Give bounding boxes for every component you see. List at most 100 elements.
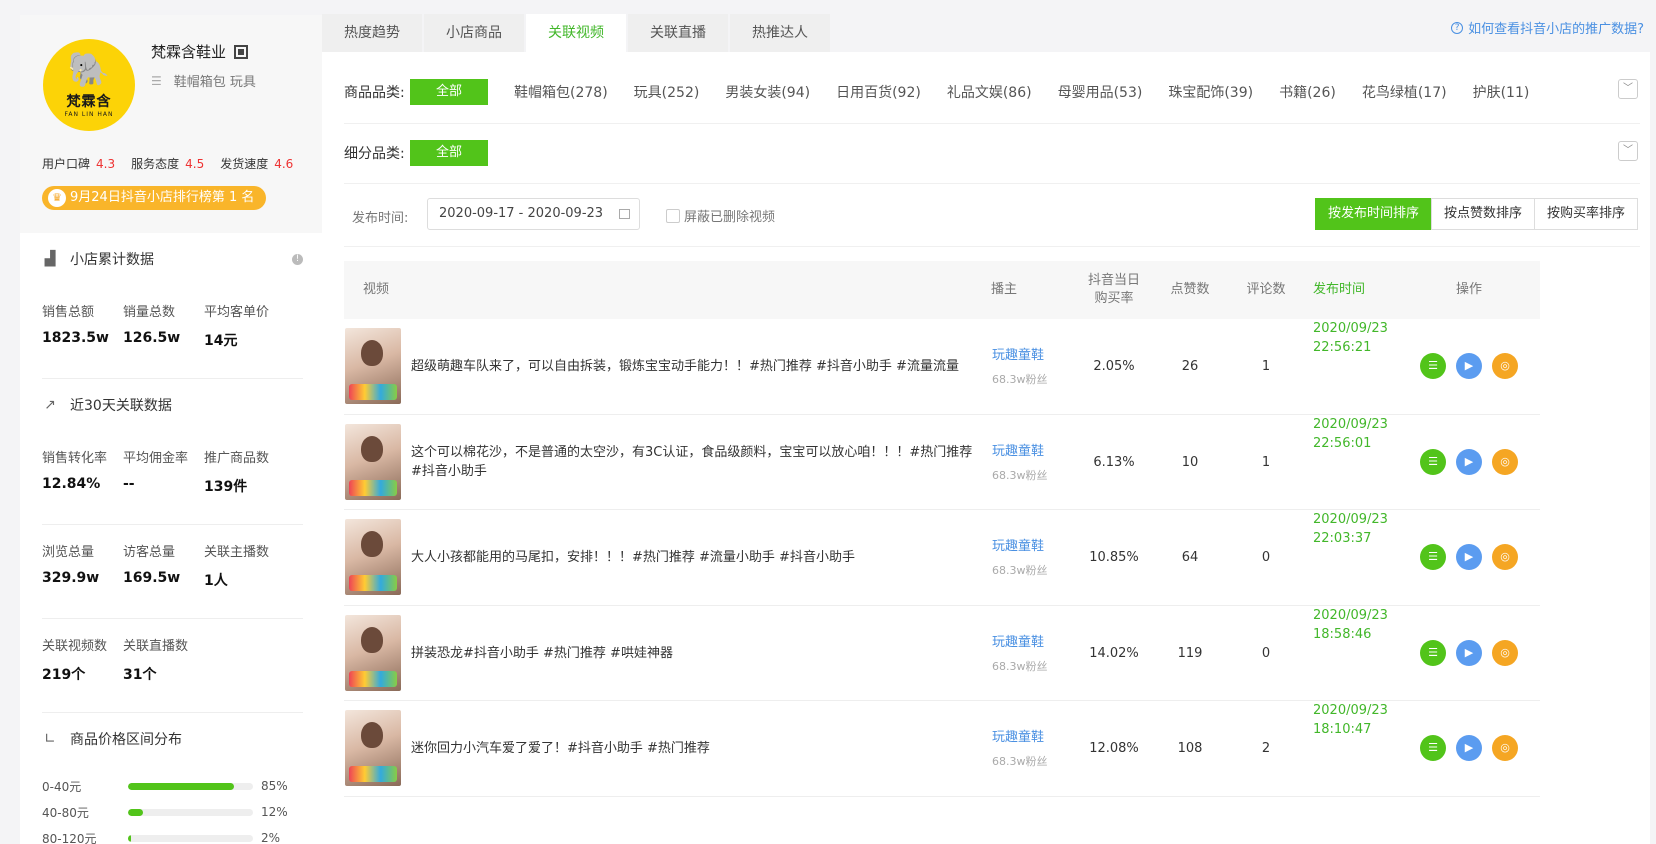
play-icon[interactable]: ▶: [1456, 544, 1482, 570]
purchase-rate: 12.08%: [1089, 741, 1139, 756]
category-filter-label: 商品品类:: [344, 85, 405, 101]
video-thumbnail[interactable]: [345, 710, 401, 786]
play-icon[interactable]: ▶: [1456, 639, 1482, 666]
publish-time: 2020/09/23 18:58:46: [1313, 607, 1388, 642]
header-comments: 评论数: [1246, 282, 1286, 297]
video-title[interactable]: 大人小孩都能用的马尾扣，安排！！！#热门推荐 #流量小助手 #抖音小助手: [411, 510, 981, 605]
row-actions: ☰ ▶ ◎: [1420, 448, 1518, 475]
price-row: 80-120元 2%: [42, 831, 281, 844]
price-bar: [128, 782, 253, 790]
target-icon[interactable]: ◎: [1492, 735, 1518, 761]
stat-cell: 平均客单价 14元: [204, 305, 270, 349]
tab-related-live[interactable]: 关联直播: [628, 14, 728, 52]
recent30-grid-2: 浏览总量 329.9w 访客总量 169.5w 关联主播数 1人: [42, 525, 303, 619]
category-option[interactable]: 护肤(11): [1473, 82, 1530, 102]
play-icon[interactable]: ▶: [1456, 735, 1482, 761]
video-thumbnail[interactable]: [345, 328, 401, 404]
elephant-icon: 🐘: [67, 49, 111, 90]
tab-related-videos[interactable]: 关联视频: [526, 14, 626, 52]
qr-code-icon[interactable]: [234, 44, 249, 59]
detail-list-icon[interactable]: ☰: [1420, 448, 1446, 475]
rank-badge[interactable]: ♛ 9月24日抖音小店排行榜第 1 名: [42, 186, 267, 210]
sort-by-likes-button[interactable]: 按点赞数排序: [1430, 198, 1535, 230]
play-icon[interactable]: ▶: [1456, 353, 1482, 379]
anchor-link[interactable]: 玩趣童鞋: [992, 631, 1048, 650]
category-option[interactable]: 母婴用品(53): [1058, 82, 1143, 102]
category-option[interactable]: 男装女装(94): [725, 82, 810, 102]
anchor-link[interactable]: 玩趣童鞋: [992, 726, 1048, 745]
target-icon[interactable]: ◎: [1492, 639, 1518, 666]
info-icon[interactable]: !: [292, 253, 303, 265]
video-title[interactable]: 这个可以棉花沙，不是普通的太空沙，有3C认证，食品级颜料，宝宝可以放心咱！！！#…: [411, 415, 981, 510]
category-option[interactable]: 礼品文娱(86): [947, 82, 1032, 102]
detail-list-icon[interactable]: ☰: [1420, 735, 1446, 761]
tab-shop-products[interactable]: 小店商品: [424, 14, 524, 52]
likes-count: 10: [1181, 454, 1199, 470]
header-video: 视频: [363, 282, 390, 297]
score-item: 发货速度 4.6: [220, 157, 294, 171]
row-actions: ☰ ▶ ◎: [1420, 735, 1518, 761]
anchor-link[interactable]: 玩趣童鞋: [992, 440, 1048, 459]
line-chart-icon: ↗: [44, 397, 56, 413]
play-icon[interactable]: ▶: [1456, 448, 1482, 475]
shop-sidebar: 🐘 梵霖含 FAN LIN HAN 梵霖含鞋业 ☰ 鞋帽箱包 玩具 用户口碑 4.…: [20, 15, 325, 844]
hide-deleted-checkbox[interactable]: 屏蔽已删除视频: [666, 206, 775, 225]
category-option[interactable]: 鞋帽箱包(278): [514, 82, 608, 102]
header-publish-time[interactable]: 发布时间: [1313, 261, 1365, 319]
divider: [344, 246, 1640, 247]
price-bar-fill: [128, 834, 131, 842]
recent30-grid: 销售转化率 12.84% 平均佣金率 -- 推广商品数 139件: [42, 431, 303, 525]
target-icon[interactable]: ◎: [1492, 544, 1518, 570]
subcategory-all-button[interactable]: 全部: [410, 140, 489, 166]
video-thumbnail[interactable]: [345, 423, 401, 500]
target-icon[interactable]: ◎: [1492, 448, 1518, 475]
table-header: 视频 播主 抖音当日 购买率 点赞数 评论数 发布时间 操作: [344, 261, 1540, 319]
video-thumbnail[interactable]: [345, 614, 401, 691]
video-thumbnail[interactable]: [345, 519, 401, 595]
table-row[interactable]: 迷你回力小汽车爱了爱了！#抖音小助手 #热门推荐 玩趣童鞋 68.3w粉丝 12.…: [344, 701, 1540, 797]
subcategory-expand-chevron-icon[interactable]: ﹀: [1618, 141, 1638, 161]
video-title[interactable]: 超级萌趣车队来了，可以自由拆装，锻炼宝宝动手能力！！#热门推荐 #抖音小助手 #…: [411, 319, 981, 414]
axis-chart-icon: ∟: [44, 731, 56, 747]
category-option[interactable]: 珠宝配饰(39): [1168, 82, 1253, 102]
category-expand-chevron-icon[interactable]: ﹀: [1618, 79, 1638, 99]
header-likes: 点赞数: [1170, 282, 1210, 297]
help-link[interactable]: ? 如何查看抖音小店的推广数据?: [1451, 18, 1644, 37]
table-row[interactable]: 这个可以棉花沙，不是普通的太空沙，有3C认证，食品级颜料，宝宝可以放心咱！！！#…: [344, 415, 1540, 510]
stat-cell: 销售总额 1823.5w: [42, 305, 109, 346]
stat-cell: 访客总量 169.5w: [123, 545, 181, 586]
tab-heat-trend[interactable]: 热度趋势: [322, 14, 422, 52]
tab-hot-promoters[interactable]: 热推达人: [730, 14, 830, 52]
category-option[interactable]: 日用百货(92): [836, 82, 921, 102]
detail-list-icon[interactable]: ☰: [1420, 639, 1446, 666]
video-title[interactable]: 迷你回力小汽车爱了爱了！#抖音小助手 #热门推荐: [411, 701, 981, 796]
table-row[interactable]: 大人小孩都能用的马尾扣，安排！！！#热门推荐 #流量小助手 #抖音小助手 玩趣童…: [344, 510, 1540, 606]
price-bar-fill: [128, 808, 143, 816]
rank-badge-text: 9月24日抖音小店排行榜第 1 名: [70, 190, 255, 205]
sort-by-purchase-rate-button[interactable]: 按购买率排序: [1533, 198, 1638, 230]
sort-by-time-button[interactable]: 按发布时间排序: [1314, 198, 1432, 230]
target-icon[interactable]: ◎: [1492, 353, 1518, 379]
category-option[interactable]: 花鸟绿植(17): [1362, 82, 1447, 102]
anchor-link[interactable]: 玩趣童鞋: [992, 344, 1048, 363]
recent30-section-title: ↗ 近30天关联数据: [42, 379, 303, 431]
detail-list-icon[interactable]: ☰: [1420, 353, 1446, 379]
category-option[interactable]: 书籍(26): [1279, 82, 1336, 102]
table-row[interactable]: 拼装恐龙#抖音小助手 #热门推荐 #哄娃神器 玩趣童鞋 68.3w粉丝 14.02…: [344, 606, 1540, 701]
header-anchor: 播主: [991, 282, 1018, 297]
shop-categories: ☰ 鞋帽箱包 玩具: [151, 71, 256, 91]
table-row[interactable]: 超级萌趣车队来了，可以自由拆装，锻炼宝宝动手能力！！#热门推荐 #抖音小助手 #…: [344, 319, 1540, 415]
stat-cell: 浏览总量 329.9w: [42, 545, 100, 586]
date-range-picker[interactable]: 2020-09-17 - 2020-09-23: [427, 198, 640, 230]
price-bar-fill: [128, 782, 235, 790]
detail-list-icon[interactable]: ☰: [1420, 544, 1446, 570]
checkbox-box[interactable]: [666, 208, 680, 223]
comments-count: 2: [1261, 741, 1271, 756]
category-all-button[interactable]: 全部: [410, 79, 489, 105]
shop-profile: 🐘 梵霖含 FAN LIN HAN 梵霖含鞋业 ☰ 鞋帽箱包 玩具 用户口碑 4.…: [20, 15, 325, 233]
category-option[interactable]: 玩具(252): [634, 82, 700, 102]
anchor-cell: 玩趣童鞋 68.3w粉丝: [992, 631, 1048, 674]
anchor-link[interactable]: 玩趣童鞋: [992, 535, 1048, 554]
anchor-cell: 玩趣童鞋 68.3w粉丝: [992, 440, 1048, 483]
video-title[interactable]: 拼装恐龙#抖音小助手 #热门推荐 #哄娃神器: [411, 606, 981, 701]
